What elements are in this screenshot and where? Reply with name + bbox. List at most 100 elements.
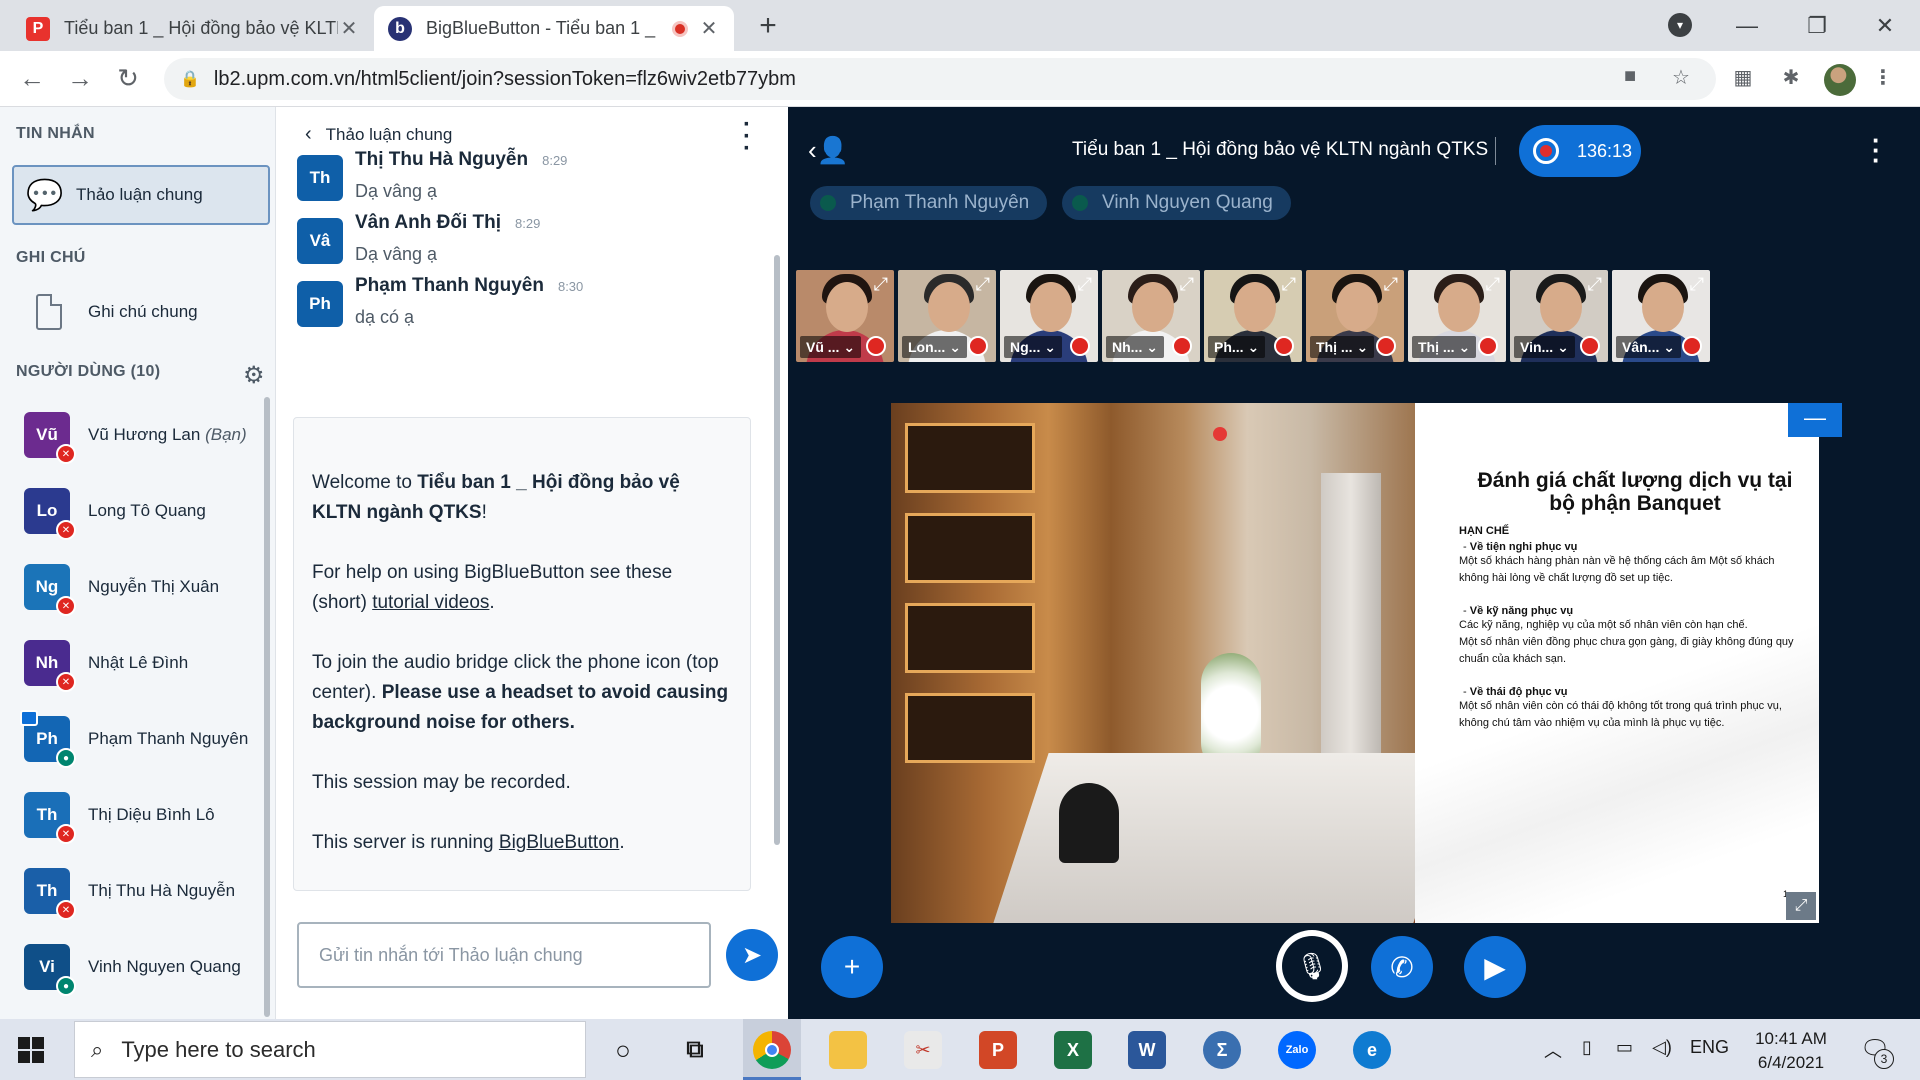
presentation-slide[interactable]: Đánh giá chất lượng dịch vụ tại bộ phận … (891, 403, 1819, 923)
user-list-item[interactable]: Nh ✕ Nhật Lê Đình (0, 625, 264, 701)
expand-icon[interactable]: ⤢ (1078, 274, 1092, 295)
profile-avatar[interactable] (1824, 64, 1856, 96)
back-button[interactable]: ← (14, 61, 50, 97)
chat-header[interactable]: ‹ Thảo luận chung (305, 123, 452, 146)
chat-scrollbar[interactable] (774, 255, 780, 845)
webcam-tile[interactable]: ⤢ Vin... ⌄ (1510, 270, 1608, 362)
input-language[interactable]: ENG (1690, 1037, 1729, 1058)
user-list-scrollbar[interactable] (264, 397, 270, 1017)
webcam-user-dropdown[interactable]: Thị ... ⌄ (1310, 336, 1375, 358)
forward-button[interactable]: → (62, 61, 98, 97)
participant-face (1642, 282, 1684, 332)
shared-notes-entry[interactable]: Ghi chú chung (12, 282, 270, 342)
webcam-tile[interactable]: ⤢ Vũ ... ⌄ (796, 270, 894, 362)
webcam-tile[interactable]: ⤢ Ph... ⌄ (1204, 270, 1302, 362)
notifications-icon[interactable]: 🗨 3 (1860, 1035, 1894, 1069)
webcam-user-dropdown[interactable]: Lon... ⌄ (902, 336, 967, 358)
share-webcam-button[interactable]: ▶ (1464, 936, 1526, 998)
webcam-user-dropdown[interactable]: Vin... ⌄ (1514, 336, 1575, 358)
restore-window-button[interactable]: ❐ (1786, 0, 1848, 51)
meeting-title: Tiểu ban 1 _ Hội đồng bảo vệ KLTN ngành … (1072, 139, 1489, 160)
battery-icon[interactable]: ▭ (1616, 1037, 1633, 1058)
minimize-window-button[interactable]: — (1716, 0, 1778, 51)
fullscreen-presentation-button[interactable]: ⤢ (1786, 892, 1816, 920)
webcam-user-dropdown[interactable]: Ng... ⌄ (1004, 336, 1062, 358)
close-icon[interactable]: ✕ (338, 16, 360, 41)
bigbluebutton-link[interactable]: BigBlueButton (499, 832, 619, 853)
cortana-icon[interactable]: ○ (604, 1031, 642, 1069)
user-list-item[interactable]: Lo ✕ Long Tô Quang (0, 473, 264, 549)
calculator-icon[interactable]: Σ (1203, 1031, 1241, 1069)
chrome-icon[interactable] (753, 1031, 791, 1069)
webcam-tile[interactable]: ⤢ Vân... ⌄ (1612, 270, 1710, 362)
user-list-toggle-icon[interactable]: ‹👤 (808, 135, 849, 166)
chat-message-input[interactable]: Gửi tin nhắn tới Thảo luận chung (297, 922, 711, 988)
talking-indicator[interactable]: Phạm Thanh Nguyên (810, 186, 1048, 220)
tray-expand-icon[interactable]: ︿ (1544, 1037, 1562, 1063)
webcam-user-dropdown[interactable]: Thị ... ⌄ (1412, 336, 1477, 358)
volume-icon[interactable]: ◁) (1652, 1037, 1672, 1058)
user-list-item[interactable]: Vũ ✕ Vũ Hương Lan (Bạn) (0, 397, 264, 473)
chevron-left-icon[interactable]: ‹ (305, 123, 312, 146)
webcam-user-dropdown[interactable]: Ph... ⌄ (1208, 336, 1266, 358)
expand-icon[interactable]: ⤢ (1282, 274, 1296, 295)
address-bar[interactable]: 🔒 lb2.upm.com.vn/html5client/join?sessio… (164, 58, 1716, 100)
expand-icon[interactable]: ⤢ (1384, 274, 1398, 295)
webcam-tile[interactable]: ⤢ Nh... ⌄ (1102, 270, 1200, 362)
gear-icon[interactable]: ⚙ (243, 361, 265, 390)
excel-icon[interactable]: X (1054, 1031, 1092, 1069)
reload-button[interactable]: ↻ (110, 61, 146, 97)
minimize-presentation-button[interactable]: — (1788, 403, 1842, 437)
expand-icon[interactable]: ⤢ (1180, 274, 1194, 295)
camera-permission-icon[interactable]: ■ (1624, 65, 1636, 88)
public-chat-entry[interactable]: 💬 Thảo luận chung (12, 165, 270, 225)
browser-tab-upm[interactable]: P Tiểu ban 1 _ Hội đồng bảo vệ KLTN ✕ (12, 6, 374, 51)
calendar-extension-icon[interactable]: ▦ (1728, 63, 1758, 93)
taskbar-clock[interactable]: 10:41 AM 6/4/2021 (1748, 1027, 1834, 1075)
user-list-item[interactable]: Th ✕ Thị Thu Hà Nguyễn (0, 853, 264, 929)
webcam-tile[interactable]: ⤢ Thị ... ⌄ (1306, 270, 1404, 362)
close-window-button[interactable]: ✕ (1854, 0, 1916, 51)
webcam-tile[interactable]: ⤢ Ng... ⌄ (1000, 270, 1098, 362)
edge-icon[interactable]: e (1353, 1031, 1391, 1069)
expand-icon[interactable]: ⤢ (874, 274, 888, 295)
tutorial-videos-link[interactable]: tutorial videos (372, 592, 489, 613)
powerpoint-icon[interactable]: P (979, 1031, 1017, 1069)
snipping-tool-icon[interactable]: ✂ (904, 1031, 942, 1069)
user-list-item[interactable]: Ng ✕ Nguyễn Thị Xuân (0, 549, 264, 625)
user-list-item[interactable]: Ph ● Phạm Thanh Nguyên (0, 701, 264, 777)
webcam-user-dropdown[interactable]: Nh... ⌄ (1106, 336, 1164, 358)
tab-search-icon[interactable]: ▾ (1668, 13, 1692, 37)
webcam-user-dropdown[interactable]: Vân... ⌄ (1616, 336, 1681, 358)
zalo-icon[interactable]: Zalo (1278, 1031, 1316, 1069)
browser-tab-bigbluebutton[interactable]: b BigBlueButton - Tiểu ban 1 _ ✕ (374, 6, 734, 51)
windows-start-icon[interactable] (18, 1037, 44, 1063)
send-message-button[interactable]: ➤ (726, 929, 778, 981)
tray-device-icon[interactable]: ▯ (1582, 1037, 1592, 1058)
webcam-user-dropdown[interactable]: Vũ ... ⌄ (800, 336, 862, 358)
actions-plus-button[interactable]: + (821, 936, 883, 998)
expand-icon[interactable]: ⤢ (976, 274, 990, 295)
expand-icon[interactable]: ⤢ (1690, 274, 1704, 295)
word-icon[interactable]: W (1128, 1031, 1166, 1069)
user-list-item[interactable]: Vi ● Vinh Nguyen Quang (0, 929, 264, 1005)
file-explorer-icon[interactable] (829, 1031, 867, 1069)
bookmark-star-icon[interactable]: ☆ (1672, 65, 1690, 90)
expand-icon[interactable]: ⤢ (1486, 274, 1500, 295)
recording-button[interactable]: 136:13 (1519, 125, 1641, 177)
options-menu-icon[interactable]: · · · (1872, 127, 1881, 173)
chat-message: Th Thị Thu Hà Nguyễn 8:29 Dạ vâng ạ (297, 149, 767, 211)
webcam-tile[interactable]: ⤢ Thị ... ⌄ (1408, 270, 1506, 362)
extensions-puzzle-icon[interactable]: ✱ (1776, 63, 1806, 93)
webcam-tile[interactable]: ⤢ Lon... ⌄ (898, 270, 996, 362)
taskbar-search-box[interactable]: ⌕ Type here to search (74, 1021, 586, 1078)
user-list-item[interactable]: Th ✕ Thị Diệu Bình Lô (0, 777, 264, 853)
new-tab-button[interactable]: + (748, 8, 788, 48)
close-icon[interactable]: ✕ (698, 16, 720, 41)
unmute-microphone-button[interactable]: 🎙 (1276, 930, 1348, 1002)
task-view-icon[interactable]: ⧉ (676, 1031, 714, 1069)
browser-menu-icon[interactable]: ⋮ (1868, 63, 1898, 93)
leave-audio-button[interactable]: ✆ (1371, 936, 1433, 998)
expand-icon[interactable]: ⤢ (1588, 274, 1602, 295)
talking-indicator[interactable]: Vinh Nguyen Quang (1062, 186, 1291, 220)
